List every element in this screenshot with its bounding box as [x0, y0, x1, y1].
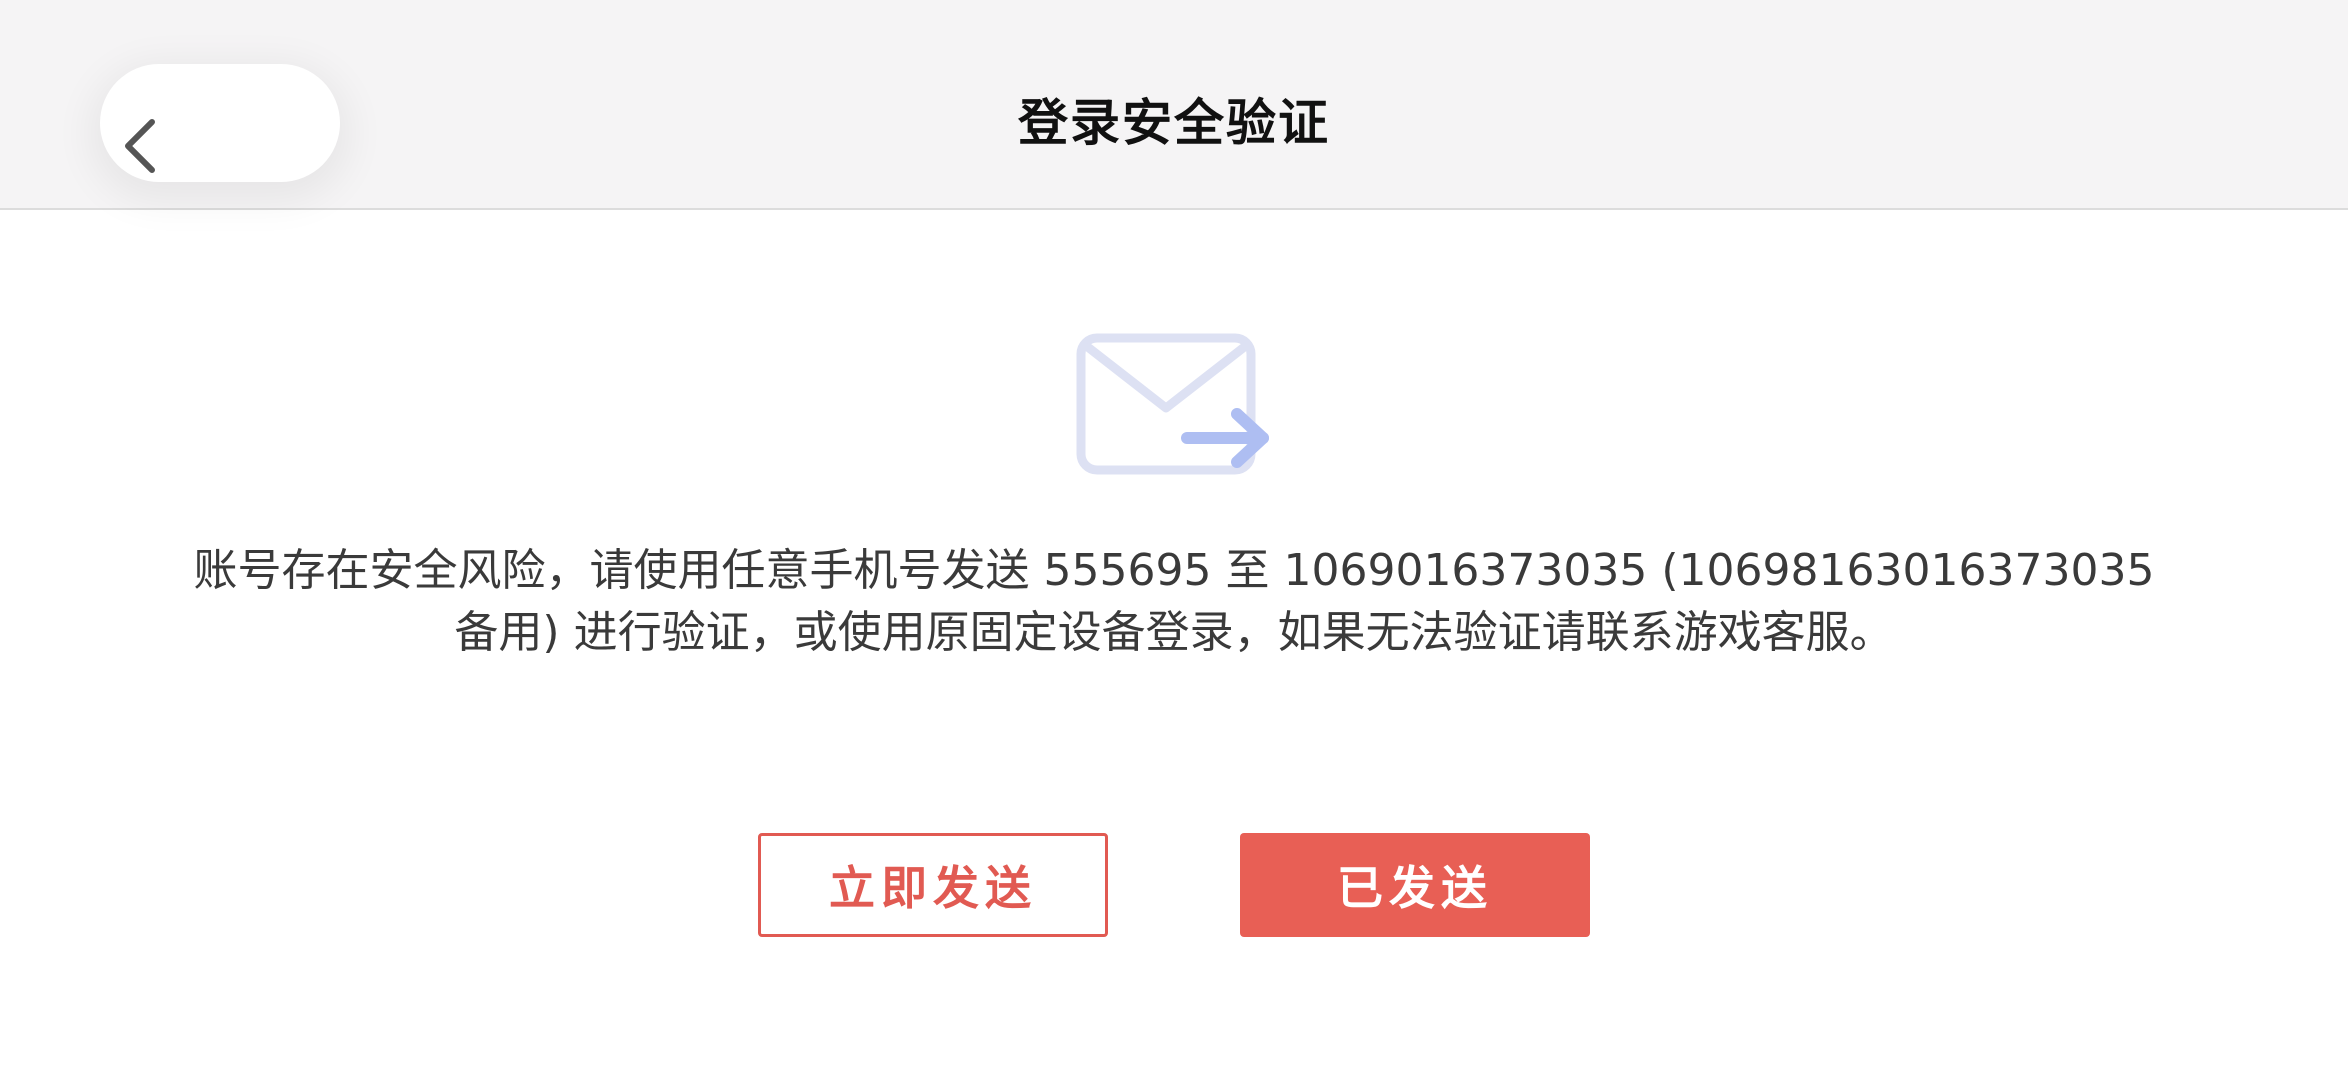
- header-bar: 登录安全验证: [0, 0, 2348, 210]
- mail-send-icon: [1076, 333, 1269, 475]
- sent-button[interactable]: 已发送: [1240, 833, 1590, 937]
- send-now-button[interactable]: 立即发送: [758, 833, 1108, 937]
- message-line-2: 备用) 进行验证，或使用原固定设备登录，如果无法验证请联系游戏客服。: [454, 607, 1894, 658]
- message-line-1: 账号存在安全风险，请使用任意手机号发送 555695 至 10690163730…: [193, 545, 2155, 596]
- security-warning-message: 账号存在安全风险，请使用任意手机号发送 555695 至 10690163730…: [180, 540, 2168, 664]
- page-title: 登录安全验证: [1018, 94, 1330, 152]
- login-security-verification-page: 登录安全验证 账号存在安全风险，请使用任意手机号发送 555695 至 1069…: [0, 0, 2348, 1080]
